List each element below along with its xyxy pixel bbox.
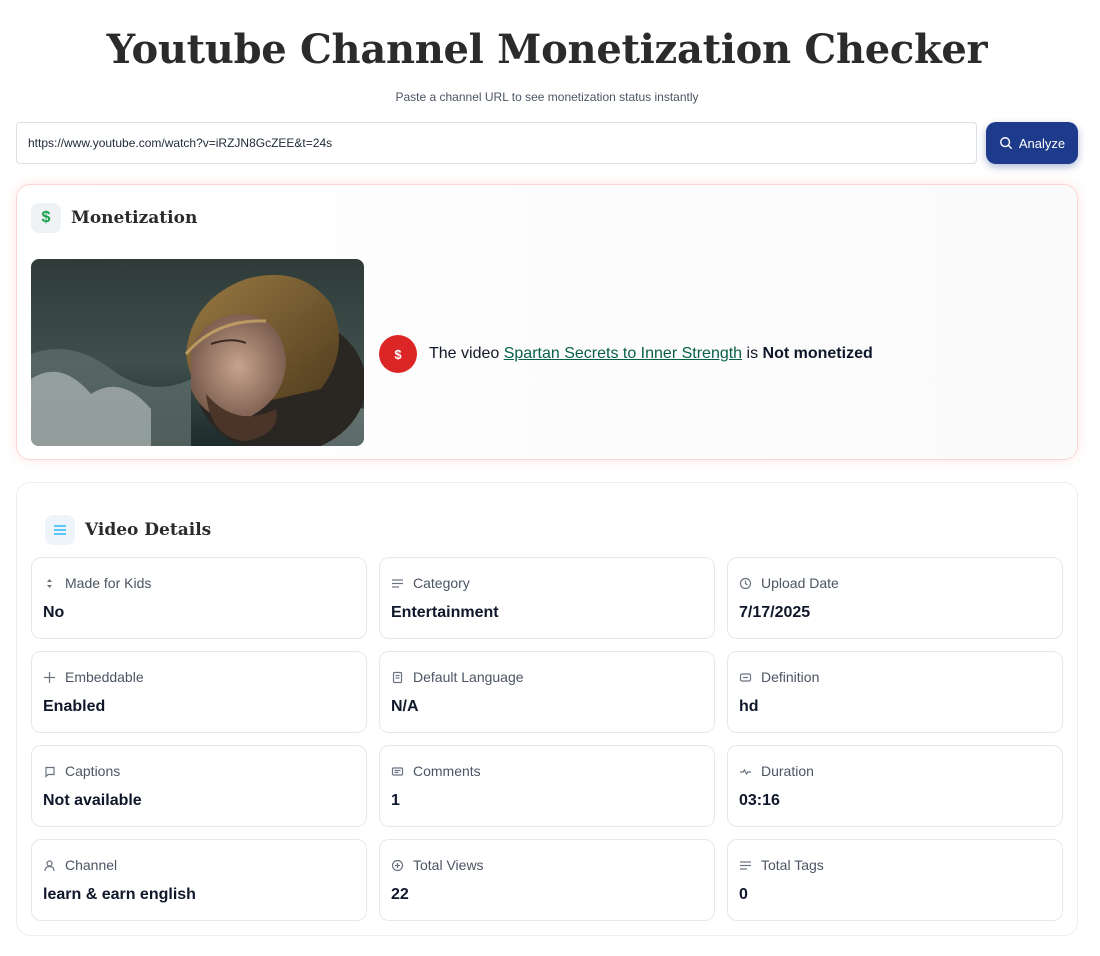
detail-default-language: Default Language N/A [379, 651, 715, 733]
page-title: Youtube Channel Monetization Checker [106, 26, 988, 73]
user-icon [44, 859, 55, 871]
video-details-title: Video Details [85, 520, 212, 540]
detail-total-tags: Total Tags 0 [727, 839, 1063, 921]
detail-value: Entertainment [391, 604, 499, 621]
detail-label: Channel [65, 857, 118, 873]
detail-label: Embeddable [65, 669, 144, 685]
detail-label: Captions [65, 763, 121, 779]
detail-value: Enabled [43, 698, 106, 715]
detail-label: Total Views [413, 857, 484, 873]
analyze-button-label: Analyze [1018, 135, 1066, 151]
url-input[interactable] [16, 122, 977, 164]
dollar-icon: $ [31, 203, 61, 233]
detail-label: Category [413, 575, 470, 591]
detail-channel: Channel learn & earn english [31, 839, 367, 921]
plus-icon [44, 671, 55, 683]
search-icon [999, 137, 1013, 150]
video-details-header: Video Details [45, 515, 211, 545]
video-thumbnail[interactable] [31, 259, 364, 446]
status-prefix: The video [429, 345, 500, 362]
detail-label: Default Language [413, 669, 524, 685]
comment-icon [391, 766, 404, 776]
monetization-title: Monetization [71, 208, 198, 228]
detail-total-views: Total Views 22 [379, 839, 715, 921]
detail-value: hd [739, 698, 759, 715]
clock-icon [739, 577, 752, 589]
detail-value: 0 [739, 886, 748, 903]
detail-label: Duration [761, 763, 814, 779]
detail-value: Not available [43, 792, 142, 809]
detail-made-for-kids: Made for Kids No [31, 557, 367, 639]
detail-value: learn & earn english [43, 886, 196, 903]
list-icon [392, 578, 403, 588]
list-icon [45, 515, 75, 545]
list-icon [740, 860, 751, 870]
detail-label: Upload Date [761, 575, 839, 591]
detail-value: 1 [391, 792, 400, 809]
detail-comments: Comments 1 [379, 745, 715, 827]
analyze-button[interactable]: Analyze [986, 122, 1078, 164]
video-title-link[interactable]: Spartan Secrets to Inner Strength [504, 345, 742, 362]
dollar-icon: $ [379, 335, 417, 373]
activity-icon [740, 768, 751, 775]
detail-duration: Duration 03:16 [727, 745, 1063, 827]
caption-icon [45, 766, 55, 778]
detail-label: Made for Kids [65, 575, 152, 591]
detail-label: Definition [761, 669, 820, 685]
monetization-header: $ Monetization [31, 203, 197, 233]
screen-icon [739, 672, 752, 682]
plus-circle-icon [391, 859, 404, 871]
detail-value: N/A [391, 698, 419, 715]
monetization-status: $ The video Spartan Secrets to Inner Str… [379, 335, 873, 373]
detail-upload-date: Upload Date 7/17/2025 [727, 557, 1063, 639]
page-subtitle: Paste a channel URL to see monetization … [395, 90, 699, 104]
detail-category: Category Entertainment [379, 557, 715, 639]
detail-captions: Captions Not available [31, 745, 367, 827]
detail-label: Total Tags [761, 857, 824, 873]
detail-label: Comments [413, 763, 481, 779]
detail-value: 03:16 [739, 792, 780, 809]
detail-definition: Definition hd [727, 651, 1063, 733]
detail-value: 7/17/2025 [739, 604, 811, 621]
sort-icon [47, 578, 52, 588]
status-text: The video Spartan Secrets to Inner Stren… [429, 345, 873, 363]
book-icon [392, 671, 403, 683]
video-details-card: Video Details Made for Kids No Category … [16, 482, 1078, 936]
detail-value: No [43, 604, 65, 621]
monetization-card: $ Monetization $ The video Spartan Secre… [16, 184, 1078, 460]
status-connector: is [742, 345, 763, 362]
detail-value: 22 [391, 886, 409, 903]
detail-embeddable: Embeddable Enabled [31, 651, 367, 733]
status-value: Not monetized [762, 345, 873, 362]
